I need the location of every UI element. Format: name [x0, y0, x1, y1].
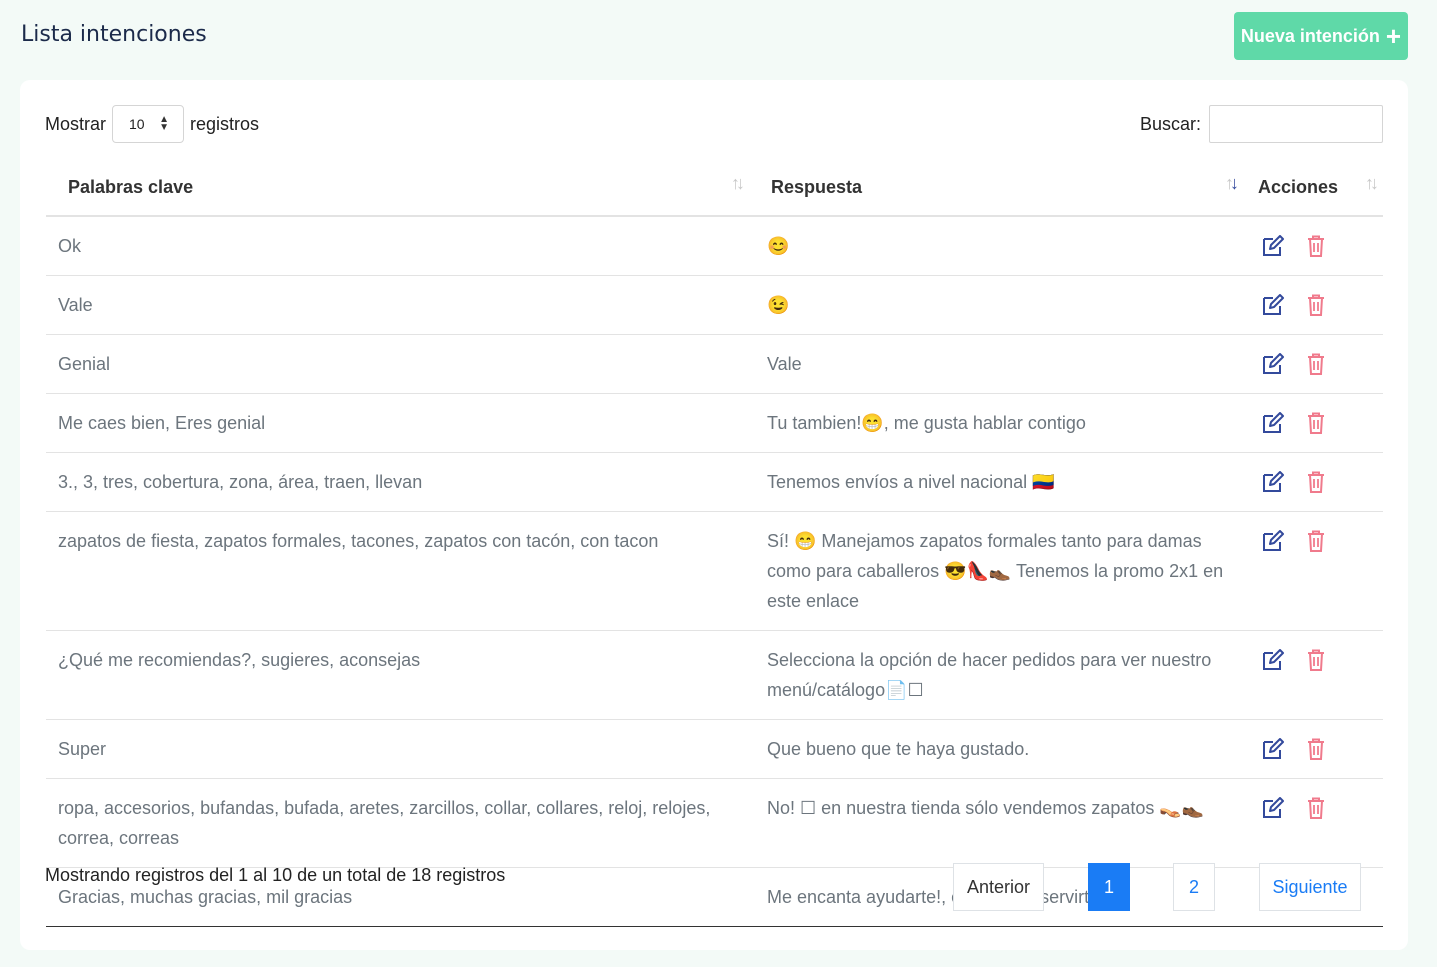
actions-cell [1243, 778, 1383, 868]
table-row: Vale 😉 [46, 275, 1383, 335]
column-header-response[interactable]: Respuesta ↑↓ [749, 160, 1243, 217]
column-actions-label: Acciones [1258, 177, 1339, 197]
search-control: Buscar: [1140, 105, 1383, 143]
response-cell: Que bueno que te haya gustado. [749, 719, 1243, 779]
delete-icon[interactable] [1307, 738, 1325, 760]
delete-icon[interactable] [1307, 797, 1325, 819]
sort-icon: ↑↓ [731, 173, 745, 193]
sort-desc-icon: ↑↓ [1225, 173, 1239, 193]
response-cell: Vale [749, 334, 1243, 394]
actions-cell [1243, 393, 1383, 453]
table-row: Super Que bueno que te haya gustado. [46, 719, 1383, 779]
table-header-row: Palabras clave ↑↓ Respuesta ↑↓ Acciones … [46, 160, 1383, 217]
sort-icon: ↑↓ [1365, 173, 1379, 193]
delete-icon[interactable] [1307, 530, 1325, 552]
response-cell: No! ☐ en nuestra tienda sólo vendemos za… [749, 778, 1243, 868]
column-keywords-label: Palabras clave [68, 177, 194, 197]
page-button-2[interactable]: 2 [1173, 863, 1215, 911]
intentions-card: Mostrar 10 ▲ ▼ registros Buscar: Palabras… [20, 80, 1408, 950]
response-cell: Tenemos envíos a nivel nacional 🇨🇴 [749, 452, 1243, 512]
table-row: Genial Vale [46, 334, 1383, 394]
edit-icon[interactable] [1261, 235, 1285, 257]
page-header: Lista intenciones Nueva intención + [21, 0, 1411, 75]
page-title: Lista intenciones [21, 22, 207, 47]
table-row: zapatos de fiesta, zapatos formales, tac… [46, 511, 1383, 631]
actions-cell [1243, 719, 1383, 779]
show-label: Mostrar [45, 113, 107, 134]
response-cell: Tu tambien!😁, me gusta hablar contigo [749, 393, 1243, 453]
actions-cell [1243, 334, 1383, 394]
table-row: Me caes bien, Eres genial Tu tambien!😁, m… [46, 393, 1383, 453]
table-row: Ok 😊 [46, 216, 1383, 276]
edit-icon[interactable] [1261, 797, 1285, 819]
edit-icon[interactable] [1261, 738, 1285, 760]
new-intention-label: Nueva intención [1240, 25, 1380, 46]
delete-icon[interactable] [1307, 649, 1325, 671]
edit-icon[interactable] [1261, 294, 1285, 316]
delete-icon[interactable] [1307, 412, 1325, 434]
response-cell: 😊 [767, 236, 790, 256]
edit-icon[interactable] [1261, 353, 1285, 375]
response-cell: Selecciona la opción de hacer pedidos pa… [749, 630, 1243, 720]
records-label: registros [190, 113, 260, 134]
column-header-actions[interactable]: Acciones ↑↓ [1243, 160, 1383, 217]
keywords-cell: ¿Qué me recomiendas?, sugieres, aconseja… [46, 630, 749, 720]
keywords-cell: Me caes bien, Eres genial [46, 393, 749, 453]
search-input[interactable] [1209, 105, 1383, 143]
search-label: Buscar: [1139, 113, 1201, 134]
response-cell: Sí! 😁 Manejamos zapatos formales tanto p… [749, 511, 1243, 631]
keywords-cell: ropa, accesorios, bufandas, bufada, aret… [46, 778, 749, 868]
keywords-cell: Genial [46, 334, 749, 394]
keywords-cell: Vale [46, 275, 749, 335]
actions-cell [1243, 452, 1383, 512]
intentions-table: Palabras clave ↑↓ Respuesta ↑↓ Acciones … [46, 160, 1383, 927]
table-row: 3., 3, tres, cobertura, zona, área, trae… [46, 452, 1383, 512]
keywords-cell: 3., 3, tres, cobertura, zona, área, trae… [46, 452, 749, 512]
delete-icon[interactable] [1307, 353, 1325, 375]
actions-cell [1243, 511, 1383, 631]
plus-icon: + [1385, 21, 1402, 51]
delete-icon[interactable] [1307, 235, 1325, 257]
select-arrows-icon: ▲ ▼ [159, 114, 170, 133]
table-row: ropa, accesorios, bufandas, bufada, aret… [46, 778, 1383, 868]
keywords-cell: zapatos de fiesta, zapatos formales, tac… [46, 511, 749, 631]
edit-icon[interactable] [1261, 412, 1285, 434]
keywords-cell: Ok [58, 236, 82, 256]
next-page-button[interactable]: Siguiente [1259, 863, 1361, 911]
edit-icon[interactable] [1261, 530, 1285, 552]
edit-icon[interactable] [1261, 649, 1285, 671]
keywords-cell: Super [46, 719, 749, 779]
table-info: Mostrando registros del 1 al 10 de un to… [45, 865, 506, 885]
page-length-control: Mostrar 10 ▲ ▼ registros [45, 105, 259, 143]
new-intention-button[interactable]: Nueva intención + [1234, 12, 1408, 60]
column-header-keywords[interactable]: Palabras clave ↑↓ [46, 160, 749, 217]
page-button-1[interactable]: 1 [1088, 863, 1130, 911]
actions-cell [1243, 216, 1383, 276]
prev-page-button[interactable]: Anterior [953, 863, 1044, 911]
edit-icon[interactable] [1261, 471, 1285, 493]
page-size-value: 10 [129, 116, 145, 132]
actions-cell [1243, 630, 1383, 720]
response-cell: 😉 [749, 275, 1243, 335]
column-response-label: Respuesta [771, 177, 863, 197]
actions-cell [1243, 275, 1383, 335]
delete-icon[interactable] [1307, 294, 1325, 316]
delete-icon[interactable] [1307, 471, 1325, 493]
page-size-select[interactable]: 10 ▲ ▼ [112, 105, 185, 143]
table-row: ¿Qué me recomiendas?, sugieres, aconseja… [46, 630, 1383, 720]
